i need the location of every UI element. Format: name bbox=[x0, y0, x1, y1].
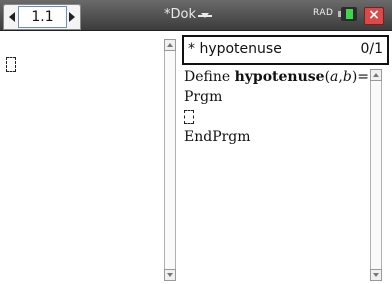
program-editor-pane[interactable]: * hypotenuse 0/1 Define hypotenuse(a,b)=… bbox=[180, 31, 392, 284]
arg-b: b bbox=[342, 69, 352, 85]
page-tab[interactable]: 1.1 bbox=[3, 4, 81, 30]
function-name: hypotenuse bbox=[234, 69, 325, 85]
angle-mode-indicator: RAD bbox=[313, 8, 334, 18]
calculator-screen: 1.1 *Dok RAD × * hypotenuse 0/1 Define h… bbox=[0, 0, 392, 284]
cursor-box-icon bbox=[184, 110, 194, 124]
document-title[interactable]: *Dok bbox=[164, 7, 212, 22]
program-code[interactable]: Define hypotenuse(a,b)= Prgm EndPrgm bbox=[184, 67, 369, 147]
chevron-down-icon[interactable] bbox=[198, 9, 212, 18]
scroll-down-icon[interactable] bbox=[370, 269, 382, 281]
document-name: *Dok bbox=[164, 7, 196, 22]
code-line-endprgm[interactable]: EndPrgm bbox=[184, 127, 369, 147]
code-line-define[interactable]: Define hypotenuse(a,b)= bbox=[184, 67, 369, 87]
left-arrow-icon[interactable] bbox=[9, 12, 15, 22]
scroll-up-icon[interactable] bbox=[164, 39, 176, 51]
code-line-cursor[interactable] bbox=[184, 107, 369, 127]
calculator-pane[interactable] bbox=[0, 31, 182, 284]
editor-title-bar: * hypotenuse 0/1 bbox=[182, 35, 389, 65]
line-counter: 0/1 bbox=[360, 41, 383, 57]
code-line-prgm[interactable]: Prgm bbox=[184, 87, 369, 107]
scroll-down-icon[interactable] bbox=[164, 269, 176, 281]
editor-scrollbar[interactable] bbox=[370, 69, 382, 281]
program-name: * hypotenuse bbox=[188, 41, 282, 57]
battery-icon bbox=[338, 7, 357, 21]
left-scrollbar[interactable] bbox=[164, 39, 176, 281]
scroll-up-icon[interactable] bbox=[370, 69, 382, 81]
equals-sign: = bbox=[357, 69, 370, 85]
define-keyword: Define bbox=[184, 69, 235, 85]
top-bar: 1.1 *Dok RAD × bbox=[0, 0, 392, 31]
right-arrow-icon[interactable] bbox=[69, 12, 75, 22]
cursor-box-icon bbox=[6, 57, 16, 72]
close-icon[interactable]: × bbox=[364, 7, 384, 25]
tab-label[interactable]: 1.1 bbox=[18, 6, 67, 28]
